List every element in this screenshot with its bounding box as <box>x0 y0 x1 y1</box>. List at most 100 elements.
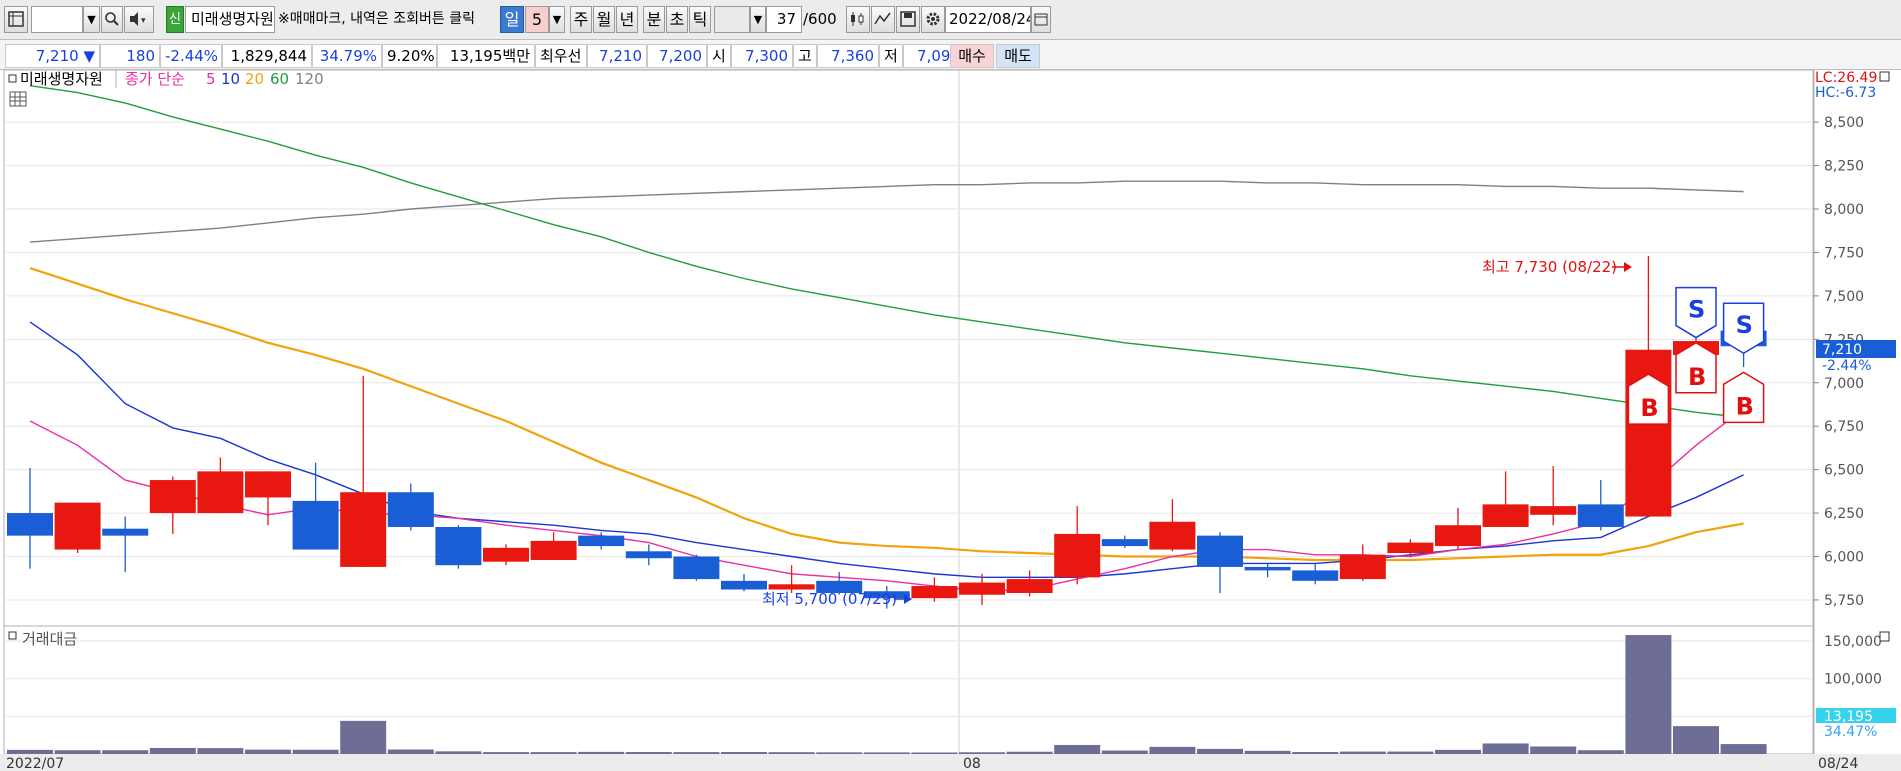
x-axis-bar <box>0 754 1901 771</box>
volume-bar[interactable] <box>54 750 101 754</box>
price-tick-label: 8,250 <box>1824 159 1864 175</box>
down-candle[interactable] <box>435 525 482 569</box>
volume-bar[interactable] <box>1577 750 1624 754</box>
volume-bar[interactable] <box>1197 748 1243 754</box>
chart-type-icon[interactable] <box>846 6 870 33</box>
volume-bar[interactable] <box>1339 751 1386 754</box>
volume-bar[interactable] <box>673 752 720 754</box>
x-axis-mid-label: 08 <box>963 756 981 771</box>
volume-bar[interactable] <box>1530 746 1577 754</box>
legend-ma20[interactable]: 20 <box>245 70 264 88</box>
volume-bar[interactable] <box>1625 635 1672 754</box>
stock-code-input[interactable] <box>31 6 83 33</box>
candle-body <box>959 582 1005 595</box>
interval-input[interactable] <box>714 6 750 33</box>
best-ask: 7,210 <box>587 44 647 68</box>
gear-icon[interactable] <box>921 6 945 33</box>
down-candle[interactable] <box>673 554 720 581</box>
volume-bar[interactable] <box>1292 752 1339 754</box>
legend-ma5[interactable]: 5 <box>206 70 216 88</box>
volume-bar[interactable] <box>721 752 767 754</box>
volume-bar[interactable] <box>1101 750 1148 754</box>
volume-bar[interactable] <box>816 752 863 754</box>
volume-bar[interactable] <box>625 752 672 754</box>
code-dropdown-button[interactable]: ▼ <box>83 6 100 33</box>
volume-bar[interactable] <box>245 749 291 754</box>
volume-bar[interactable] <box>863 752 910 754</box>
price-panel-close-icon[interactable] <box>1879 71 1890 82</box>
volume-bar[interactable] <box>768 752 815 754</box>
volume-bar[interactable] <box>7 749 53 754</box>
date-input[interactable]: 2022/08/24 <box>945 6 1031 33</box>
candle-body <box>340 492 387 567</box>
speaker-icon[interactable]: ▾ <box>124 6 154 33</box>
period-second-button[interactable]: 초 <box>666 6 688 33</box>
period-day-button[interactable]: 일 <box>500 6 524 33</box>
save-icon[interactable] <box>896 6 920 33</box>
volume-bar[interactable] <box>387 749 434 754</box>
hc-label: HC:-6.73 <box>1815 85 1876 101</box>
volume-bar[interactable] <box>435 751 482 754</box>
panel-title: 미래생명자원 <box>20 70 103 88</box>
interval-dropdown-button[interactable]: ▼ <box>750 6 766 33</box>
candle-body <box>54 502 101 550</box>
volume-bar[interactable] <box>1149 746 1196 754</box>
period-minute-button[interactable]: 분 <box>643 6 665 33</box>
search-icon[interactable] <box>101 6 123 33</box>
price-tick-label: 6,750 <box>1824 419 1864 435</box>
period-tick-button[interactable]: 틱 <box>689 6 711 33</box>
volume-bar[interactable] <box>1435 749 1481 754</box>
table-icon[interactable] <box>9 91 27 107</box>
candle-body <box>102 528 149 536</box>
volume-bar[interactable] <box>959 752 1005 754</box>
candle-body <box>721 580 767 590</box>
volume-bar[interactable] <box>292 749 339 754</box>
volume-bar[interactable] <box>102 750 149 754</box>
period-dropdown-button[interactable]: ▼ <box>549 6 565 33</box>
candle-body <box>530 540 577 560</box>
period-value-field[interactable]: 5 <box>525 6 549 33</box>
volume-bar[interactable] <box>578 751 625 754</box>
panel-toggle-icon[interactable] <box>8 74 17 83</box>
volume-bar[interactable] <box>530 752 577 754</box>
volume-bar[interactable] <box>1387 751 1434 754</box>
volume-tick-label: 150,000 <box>1824 634 1882 650</box>
volume-bar[interactable] <box>1006 751 1053 754</box>
layout-icon[interactable] <box>4 6 28 33</box>
line-tool-icon[interactable] <box>871 6 895 33</box>
volume-panel-close-icon[interactable] <box>1879 631 1890 642</box>
calendar-icon[interactable] <box>1031 6 1051 33</box>
volume-bar[interactable] <box>149 747 196 754</box>
price-change: 180 <box>100 44 160 68</box>
volume-bar[interactable] <box>1482 743 1529 754</box>
price-chart[interactable]: 8,5008,2508,0007,7507,5007,2507,0006,750… <box>0 70 1901 771</box>
period-month-button[interactable]: 월 <box>593 6 615 33</box>
volume-bar[interactable] <box>197 748 244 754</box>
high-label: 고 <box>793 44 817 68</box>
count-input[interactable]: 37 <box>766 6 802 33</box>
legend-ma60[interactable]: 60 <box>270 70 289 88</box>
legend-ma10[interactable]: 10 <box>221 70 240 88</box>
volume-bar[interactable] <box>483 752 529 754</box>
period-year-button[interactable]: 년 <box>616 6 638 33</box>
volume-bar[interactable] <box>1673 726 1719 754</box>
price-tick-label: 6,250 <box>1824 506 1864 522</box>
buy-button[interactable]: 매수 <box>950 44 994 68</box>
volume-bar[interactable] <box>911 752 958 754</box>
legend-prefix: 종가 단순 <box>125 70 185 88</box>
volume-bar[interactable] <box>340 720 387 754</box>
up-candle[interactable] <box>54 502 101 554</box>
sell-button[interactable]: 매도 <box>996 44 1040 68</box>
volume-bar[interactable] <box>1244 750 1291 754</box>
candle-body <box>1197 535 1243 567</box>
volume-tick-label: 100,000 <box>1824 672 1882 688</box>
legend-ma120[interactable]: 120 <box>295 70 324 88</box>
candle-body <box>673 556 720 580</box>
period-week-button[interactable]: 주 <box>570 6 592 33</box>
volume-bar[interactable] <box>1054 744 1101 754</box>
volume-bar[interactable] <box>1720 744 1767 754</box>
x-axis-end-label: 08/24 <box>1818 756 1858 771</box>
volume-panel-toggle-icon[interactable] <box>8 631 17 640</box>
candle-body <box>1387 542 1434 554</box>
candle-body <box>1435 525 1481 547</box>
